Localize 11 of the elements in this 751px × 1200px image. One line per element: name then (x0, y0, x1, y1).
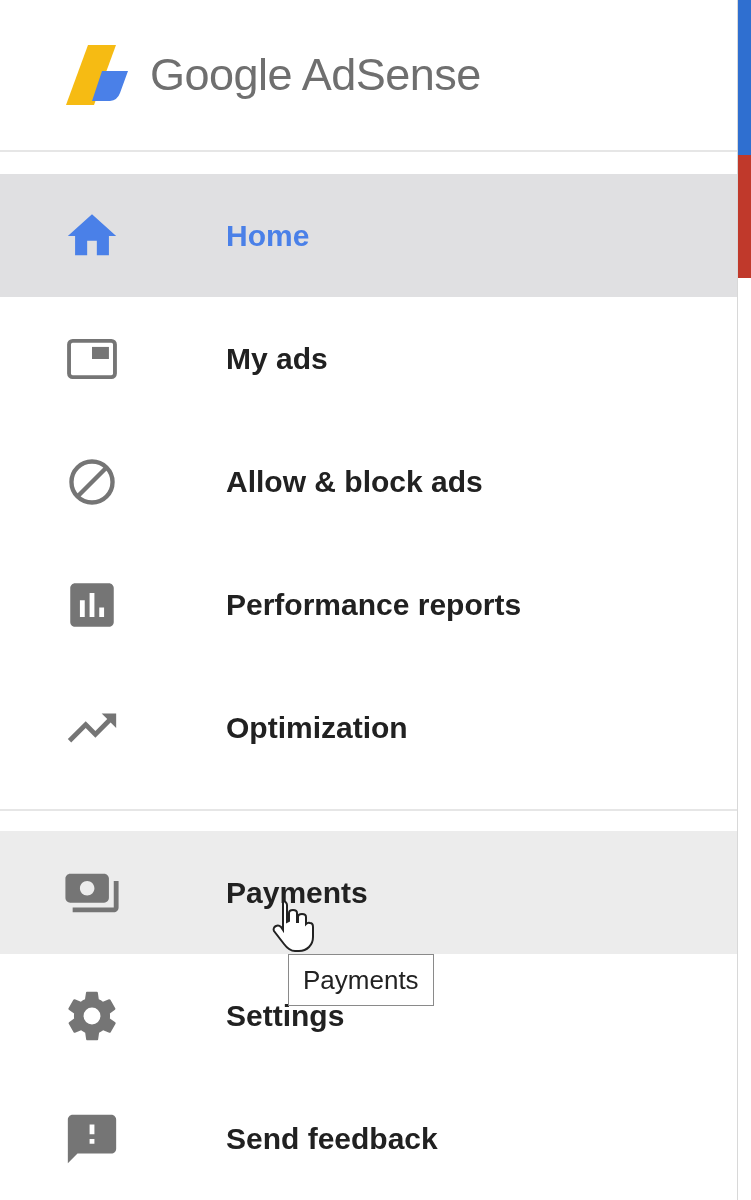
nav-label: Send feedback (226, 1121, 438, 1157)
nav-label: Allow & block ads (226, 464, 483, 500)
logo-icon (66, 45, 128, 105)
nav-label: Payments (226, 875, 368, 911)
nav-item[interactable]: Payments (0, 831, 737, 954)
tooltip: Payments (288, 954, 434, 1006)
logo-text: Google AdSense (150, 48, 481, 103)
nav-label: Home (226, 218, 310, 254)
nav-label: Optimization (226, 710, 408, 746)
nav-label: My ads (226, 341, 328, 377)
nav-label: Performance reports (226, 587, 522, 623)
